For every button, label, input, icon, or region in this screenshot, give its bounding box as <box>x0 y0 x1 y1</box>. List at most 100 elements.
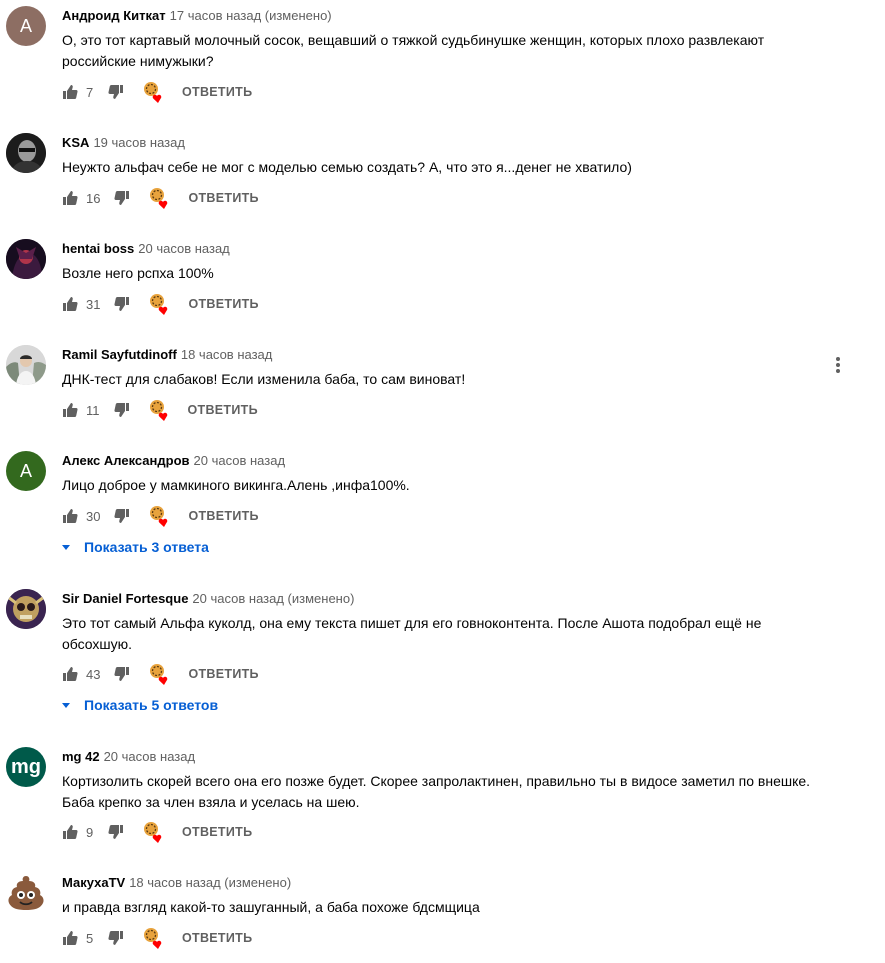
comment-actions: 16 ОТВЕТИТЬ <box>62 186 259 210</box>
reply-button[interactable]: ОТВЕТИТЬ <box>188 297 258 311</box>
reply-button[interactable]: ОТВЕТИТЬ <box>182 825 252 839</box>
avatar[interactable]: mg <box>6 747 46 787</box>
like-count: 11 <box>86 402 100 418</box>
creator-heart-icon[interactable] <box>142 80 166 104</box>
thumb-down-icon[interactable] <box>113 402 130 418</box>
timestamp[interactable]: 20 часов назад (изменено) <box>192 591 354 606</box>
show-replies-button[interactable]: Показать 3 ответа <box>62 539 209 555</box>
reply-button[interactable]: ОТВЕТИТЬ <box>188 509 258 523</box>
like-count: 31 <box>86 296 101 312</box>
comment-actions: 5 ОТВЕТИТЬ <box>62 926 252 950</box>
comment-meta: KSA 19 часов назад <box>62 135 185 151</box>
timestamp[interactable]: 20 часов назад <box>138 241 230 256</box>
like-count: 9 <box>86 824 94 840</box>
reply-button[interactable]: ОТВЕТИТЬ <box>182 931 252 945</box>
caret-down-icon <box>62 702 70 708</box>
bw-face-photo-icon <box>6 133 46 173</box>
reply-button[interactable]: ОТВЕТИТЬ <box>188 667 258 681</box>
comment-text: Возле него рспха 100% <box>62 265 214 281</box>
author-name[interactable]: mg 42 <box>62 749 100 764</box>
like-count: 43 <box>86 666 101 682</box>
thumb-down-icon[interactable] <box>108 824 124 840</box>
reply-button[interactable]: ОТВЕТИТЬ <box>188 191 258 205</box>
comment-meta: Sir Daniel Fortesque 20 часов назад (изме… <box>62 591 354 607</box>
timestamp[interactable]: 19 часов назад <box>93 135 185 150</box>
creator-heart-icon[interactable] <box>148 662 172 686</box>
timestamp[interactable]: 20 часов назад <box>194 453 286 468</box>
comment-text: Неужто альфач себе не мог с моделью семь… <box>62 159 632 175</box>
avatar-letter: A <box>19 460 32 481</box>
comment-meta: Ramil Sayfutdinoff 18 часов назад <box>62 347 272 363</box>
thumb-down-icon[interactable] <box>114 508 130 524</box>
creator-heart-icon[interactable] <box>148 504 172 528</box>
comment-actions: 31 ОТВЕТИТЬ <box>62 292 259 316</box>
comment-meta: Алекс Александров 20 часов назад <box>62 453 285 469</box>
avatar[interactable]: A <box>6 6 46 46</box>
reply-button[interactable]: ОТВЕТИТЬ <box>182 85 252 99</box>
avatar[interactable] <box>6 345 46 385</box>
comment-actions: 30 ОТВЕТИТЬ <box>62 504 259 528</box>
avatar-letter: A <box>19 15 32 36</box>
author-name[interactable]: hentai boss <box>62 241 134 256</box>
comment-actions: 7 ОТВЕТИТЬ <box>62 80 252 104</box>
timestamp[interactable]: 18 часов назад (изменено) <box>129 875 291 890</box>
timestamp[interactable]: 18 часов назад <box>181 347 273 362</box>
thumb-up-icon[interactable] <box>62 508 78 524</box>
author-name[interactable]: Андроид Киткат <box>62 8 166 23</box>
show-replies-button[interactable]: Показать 5 ответов <box>62 697 218 713</box>
person-photo-icon <box>6 345 46 385</box>
comment-text: Это тот самый Альфа куколд, она ему текс… <box>62 615 762 652</box>
like-count: 16 <box>86 190 101 206</box>
avatar-letter: mg <box>11 755 41 778</box>
thumb-down-icon[interactable] <box>114 666 130 682</box>
author-name[interactable]: Алекс Александров <box>62 453 190 468</box>
thumb-up-icon[interactable] <box>62 84 78 100</box>
thumb-up-icon[interactable] <box>62 666 78 682</box>
comment-actions: 9 ОТВЕТИТЬ <box>62 820 252 844</box>
avatar[interactable] <box>6 133 46 173</box>
thumb-up-icon[interactable] <box>62 296 78 312</box>
comment-meta: hentai boss 20 часов назад <box>62 241 230 257</box>
timestamp[interactable]: 20 часов назад <box>104 749 196 764</box>
comment-text: Лицо доброе у мамкиного викинга.Алень ,и… <box>62 477 410 493</box>
reply-button[interactable]: ОТВЕТИТЬ <box>188 403 258 417</box>
thumb-up-icon[interactable] <box>62 930 78 946</box>
show-replies-label: Показать 3 ответа <box>84 539 209 555</box>
thumb-down-icon[interactable] <box>108 930 124 946</box>
thumb-down-icon[interactable] <box>114 296 130 312</box>
dark-anime-photo-icon <box>6 239 46 279</box>
thumb-down-icon[interactable] <box>114 190 130 206</box>
author-name[interactable]: МакухаTV <box>62 875 125 890</box>
like-count: 7 <box>86 84 94 100</box>
thumb-up-icon[interactable] <box>62 824 78 840</box>
avatar[interactable]: A <box>6 451 46 491</box>
more-actions-icon[interactable] <box>830 355 846 375</box>
author-name[interactable]: Ramil Sayfutdinoff <box>62 347 177 362</box>
caret-down-icon <box>62 544 70 550</box>
poop-emoji-icon <box>8 876 44 910</box>
comment-text: Кортизолить скорей всего она его позже б… <box>62 773 811 810</box>
thumb-up-icon[interactable] <box>62 190 78 206</box>
author-name[interactable]: Sir Daniel Fortesque <box>62 591 188 606</box>
avatar[interactable] <box>6 239 46 279</box>
avatar[interactable] <box>6 589 46 629</box>
comment-text: ДНК-тест для слабаков! Если изменила баб… <box>62 371 466 387</box>
skull-character-photo-icon <box>6 589 46 629</box>
creator-heart-icon[interactable] <box>148 398 172 422</box>
comment-text: О, это тот картавый молочный сосок, веща… <box>62 32 765 69</box>
show-replies-label: Показать 5 ответов <box>84 697 219 713</box>
creator-heart-icon[interactable] <box>142 926 166 950</box>
timestamp[interactable]: 17 часов назад (изменено) <box>170 8 332 23</box>
comment-text: и правда взгляд какой-то зашуганный, а б… <box>62 899 480 915</box>
creator-heart-icon[interactable] <box>142 820 166 844</box>
thumb-down-icon[interactable] <box>108 84 124 100</box>
author-name[interactable]: KSA <box>62 135 89 150</box>
comment-meta: МакухаTV 18 часов назад (изменено) <box>62 875 291 891</box>
comment-actions: 43 ОТВЕТИТЬ <box>62 662 259 686</box>
comment-actions: 11 ОТВЕТИТЬ <box>62 398 258 422</box>
avatar[interactable] <box>6 873 46 913</box>
thumb-up-icon[interactable] <box>62 402 78 418</box>
creator-heart-icon[interactable] <box>148 186 172 210</box>
like-count: 30 <box>86 508 101 524</box>
creator-heart-icon[interactable] <box>148 292 172 316</box>
